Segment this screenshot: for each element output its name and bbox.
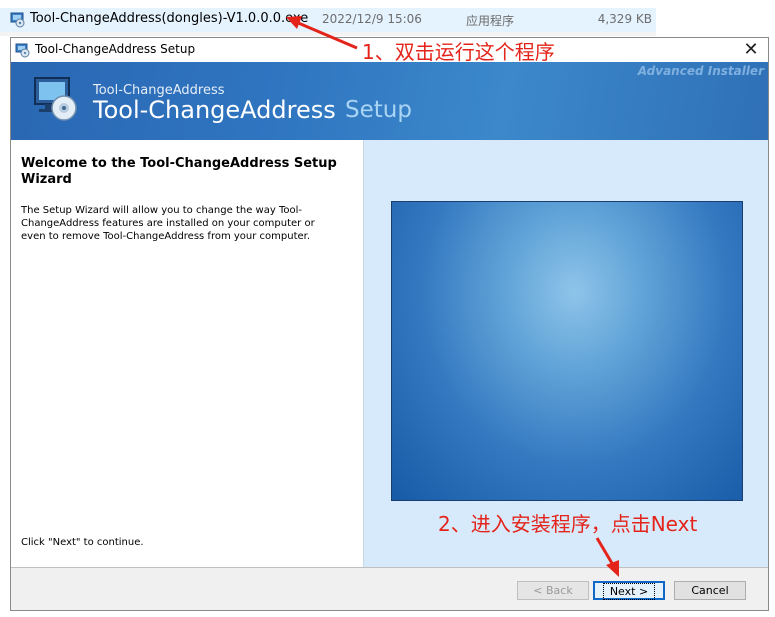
cancel-button[interactable]: Cancel	[674, 581, 746, 600]
next-button-label: Next >	[602, 583, 656, 600]
wizard-button-bar: < Back Next > Cancel	[11, 567, 768, 610]
product-logo-icon	[34, 77, 77, 121]
back-button[interactable]: < Back	[517, 581, 589, 600]
graphic-pane	[364, 140, 768, 567]
header-banner: Tool-ChangeAddress Tool-ChangeAddress Se…	[11, 62, 768, 140]
close-button[interactable]: ✕	[738, 39, 764, 61]
window-title: Tool-ChangeAddress Setup	[35, 42, 196, 56]
banner-setup-label: Setup	[345, 97, 412, 123]
file-size: 4,329 KB	[597, 12, 652, 26]
explorer-file-row[interactable]: Tool-ChangeAddress(dongles)-V1.0.0.0.exe…	[0, 8, 656, 32]
continue-hint: Click "Next" to continue.	[21, 537, 144, 548]
annotation-step2: 2、进入安装程序，点击Next	[438, 512, 698, 536]
close-icon: ✕	[743, 39, 759, 60]
file-modified-date: 2022/12/9 15:06	[322, 12, 422, 26]
next-button[interactable]: Next >	[593, 581, 665, 600]
explorer-next-row	[0, 32, 656, 36]
welcome-description: The Setup Wizard will allow you to chang…	[21, 205, 315, 242]
installer-brand: Advanced Installer	[637, 64, 764, 78]
installer-icon	[10, 12, 25, 28]
welcome-heading: Welcome to the Tool-ChangeAddress Setup …	[21, 156, 337, 187]
annotation-step1: 1、双击运行这个程序	[362, 40, 555, 64]
banner-product-title: Tool-ChangeAddress	[93, 96, 336, 124]
installer-icon	[15, 43, 30, 58]
welcome-graphic	[391, 201, 743, 501]
file-name: Tool-ChangeAddress(dongles)-V1.0.0.0.exe	[30, 11, 309, 26]
file-type: 应用程序	[466, 14, 515, 28]
welcome-pane: Welcome to the Tool-ChangeAddress Setup …	[11, 140, 364, 567]
